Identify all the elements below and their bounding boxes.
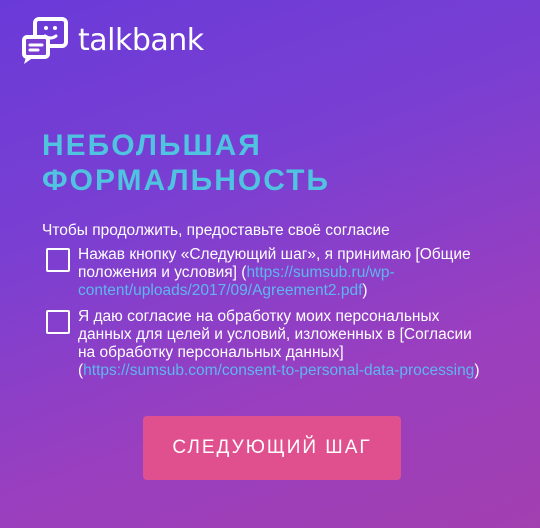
page-title: НЕБОЛЬШАЯ ФОРМАЛЬНОСТЬ bbox=[42, 128, 512, 198]
personal-data-consent-suffix: ) bbox=[474, 362, 480, 379]
logo-text: talkbank bbox=[78, 23, 204, 58]
personal-data-consent-link[interactable]: https://sumsub.com/consent-to-personal-d… bbox=[83, 362, 474, 379]
terms-checkbox[interactable] bbox=[46, 248, 70, 272]
consent-intro-text: Чтобы продолжить, предоставьте своё согл… bbox=[42, 222, 390, 239]
chat-bubbles-logo-icon bbox=[22, 17, 68, 65]
terms-consent-text: Нажав кнопку «Следующий шаг», я принимаю… bbox=[78, 246, 486, 300]
page-title-line-1: НЕБОЛЬШАЯ bbox=[42, 129, 262, 162]
personal-data-checkbox[interactable] bbox=[46, 310, 70, 334]
next-step-button[interactable]: СЛЕДУЮЩИЙ ШАГ bbox=[143, 416, 401, 480]
page-title-line-2: ФОРМАЛЬНОСТЬ bbox=[42, 164, 330, 197]
consent-terms: Нажав кнопку «Следующий шаг», я принимаю… bbox=[46, 246, 486, 300]
terms-consent-suffix: ) bbox=[362, 282, 368, 299]
consent-personal-data: Я даю согласие на обработку моих персона… bbox=[46, 308, 486, 380]
talkbank-logo: talkbank bbox=[22, 17, 204, 65]
personal-data-consent-text: Я даю согласие на обработку моих персона… bbox=[78, 308, 486, 380]
